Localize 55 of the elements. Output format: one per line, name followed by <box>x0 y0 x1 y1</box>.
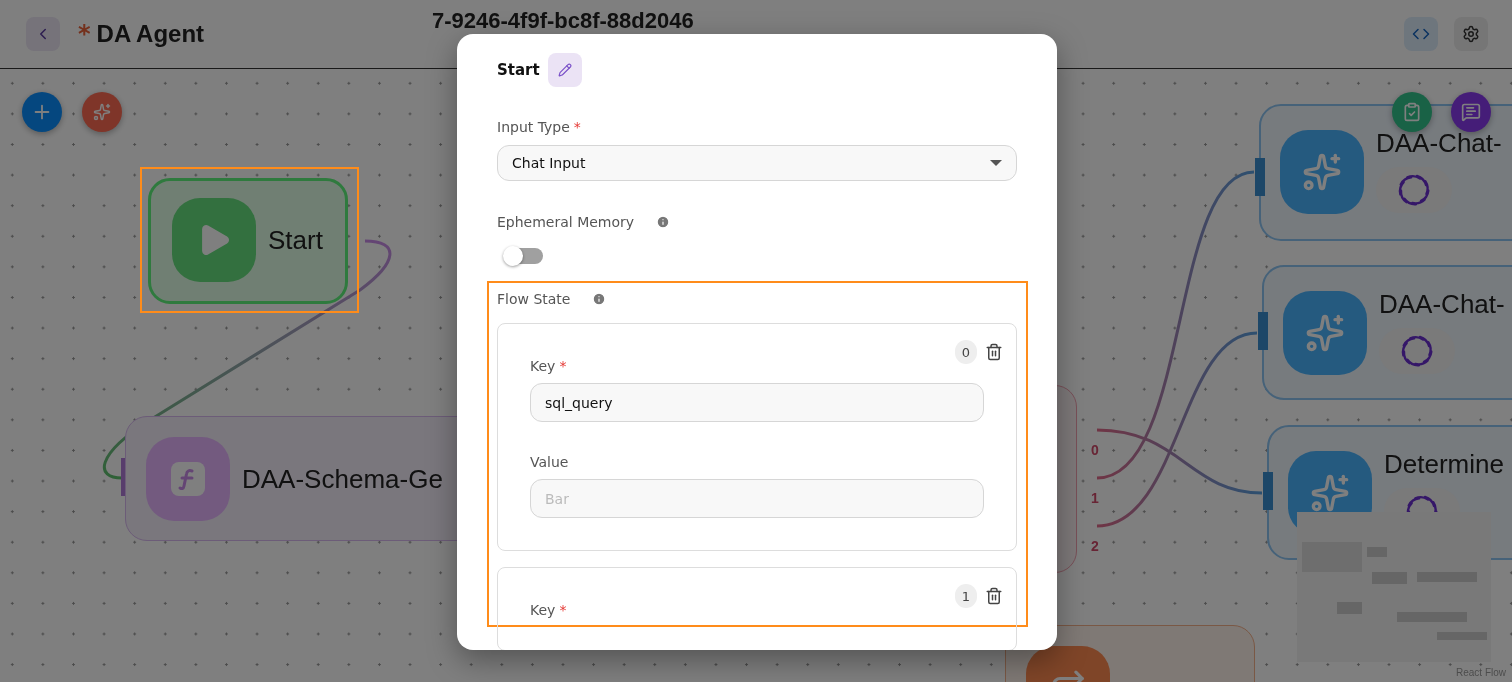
chat-button[interactable] <box>1451 92 1491 132</box>
sparkle-button[interactable] <box>82 92 122 132</box>
connection-handle[interactable] <box>1258 312 1268 350</box>
node-label: DAA-Schema-Ge <box>242 463 443 495</box>
agent-node[interactable]: DAA-Chat- <box>1262 265 1512 400</box>
settings-button[interactable] <box>1454 17 1488 51</box>
toggle-switch[interactable] <box>505 248 543 264</box>
node-label: Start <box>268 224 323 256</box>
text-field[interactable]: Bar <box>530 479 984 518</box>
output-label: 2 <box>1091 538 1099 554</box>
index-badge: 0 <box>955 340 977 364</box>
agent-node[interactable]: DAA-Chat- <box>1259 104 1512 241</box>
flow-id: 7-9246-4f9f-bc8f-88d2046 <box>432 9 694 33</box>
index-badge: 1 <box>955 584 977 608</box>
sparkles-icon <box>1283 291 1367 375</box>
required-mark: * <box>573 119 581 135</box>
caret-icon <box>990 160 1002 166</box>
node-label: Determine <box>1384 449 1504 480</box>
delete-button[interactable] <box>985 343 1003 361</box>
dialog-title: Start <box>497 61 540 79</box>
field-label: Key <box>530 602 556 618</box>
code-button[interactable] <box>1404 17 1438 51</box>
field-label: Input Type <box>497 119 570 135</box>
required-mark: * <box>559 358 567 374</box>
checklist-button[interactable] <box>1392 92 1432 132</box>
output-label: 0 <box>1091 442 1099 458</box>
flow-title: DA Agent <box>96 20 205 48</box>
connection-handle[interactable] <box>1263 472 1273 510</box>
output-label: 1 <box>1091 490 1099 506</box>
connection-handle[interactable] <box>1255 158 1265 196</box>
clipboard-check-icon <box>1402 102 1422 122</box>
unsaved-mark: * <box>78 20 91 48</box>
start-node[interactable]: Start <box>148 178 348 304</box>
field-label: Ephemeral Memory <box>497 214 635 230</box>
settings-icon <box>1462 25 1480 43</box>
node-label: DAA-Chat- <box>1379 289 1505 320</box>
trash-icon <box>985 587 1003 605</box>
delete-button[interactable] <box>985 587 1003 605</box>
field-label: Value <box>530 454 569 470</box>
node-label: DAA-Chat- <box>1376 128 1502 159</box>
back-button[interactable] <box>26 17 60 51</box>
function-icon <box>146 437 230 521</box>
add-button[interactable] <box>22 92 62 132</box>
sparkles-icon <box>1280 130 1364 214</box>
message-icon <box>1461 102 1481 122</box>
field-label: Key <box>530 358 556 374</box>
input-type-select[interactable]: Chat Input <box>497 145 1017 181</box>
pencil-icon <box>557 63 572 77</box>
sparkles-icon <box>93 103 111 121</box>
required-mark: * <box>559 602 567 618</box>
text-field[interactable]: sql_query <box>530 383 984 422</box>
trash-icon <box>985 343 1003 361</box>
field-label: Flow State <box>497 291 571 307</box>
edit-button[interactable] <box>547 53 582 87</box>
play-icon <box>172 198 256 282</box>
